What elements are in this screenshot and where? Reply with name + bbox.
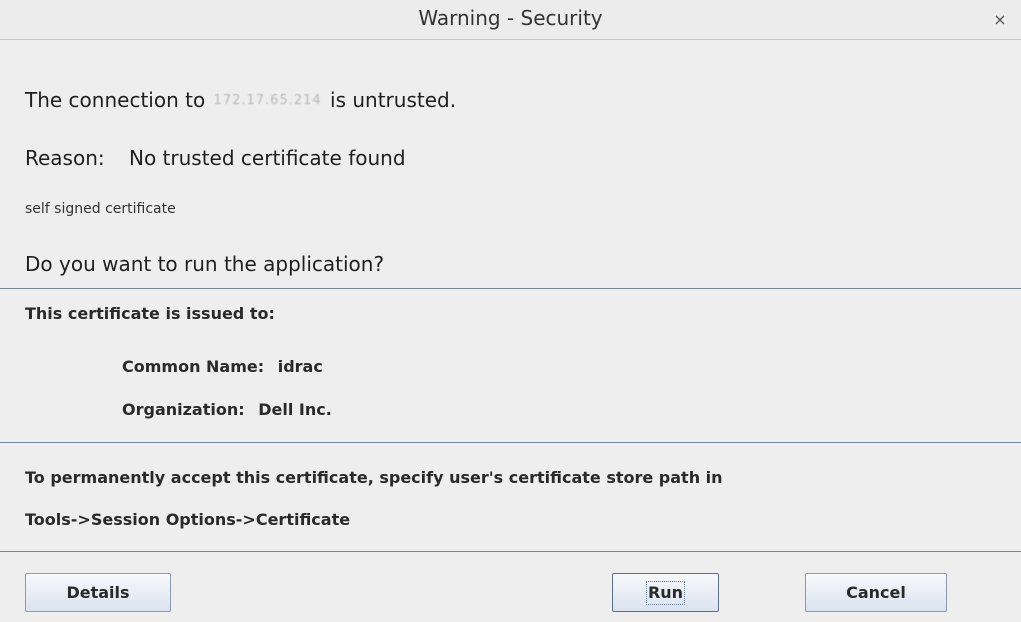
reason-detail: self signed certificate (25, 201, 176, 217)
separator (0, 288, 1021, 289)
connection-message-prefix: The connection to (25, 88, 206, 112)
organization-value: Dell Inc. (258, 400, 332, 419)
common-name-value: idrac (277, 357, 323, 376)
run-button-label: Run (645, 581, 686, 605)
cancel-button[interactable]: Cancel (805, 573, 947, 612)
run-question: Do you want to run the application? (25, 252, 385, 276)
certificate-heading: This certificate is issued to: (25, 304, 275, 323)
reason-line: Reason: No trusted certificate found (25, 146, 406, 170)
organization-label: Organization: (122, 400, 245, 419)
instructions-line-2: Tools->Session Options->Certificate (25, 510, 351, 529)
security-warning-dialog: Warning - Security × The connection to 1… (0, 0, 1021, 622)
title-bar: Warning - Security × (0, 0, 1021, 40)
details-button[interactable]: Details (25, 573, 171, 612)
separator (0, 551, 1021, 552)
reason-value: No trusted certificate found (129, 146, 406, 170)
reason-label: Reason: (25, 146, 105, 170)
close-icon[interactable]: × (989, 9, 1011, 31)
window-title: Warning - Security (418, 6, 603, 30)
run-button[interactable]: Run (612, 573, 719, 612)
connection-message: The connection to 172.17.65.214 is untru… (25, 88, 456, 112)
common-name-row: Common Name: idrac (122, 357, 323, 376)
common-name-label: Common Name: (122, 357, 265, 376)
connection-message-suffix: is untrusted. (330, 88, 457, 112)
instructions-line-1: To permanently accept this certificate, … (25, 468, 723, 487)
connection-host: 172.17.65.214 (213, 93, 322, 108)
organization-row: Organization: Dell Inc. (122, 400, 332, 419)
separator (0, 442, 1021, 443)
